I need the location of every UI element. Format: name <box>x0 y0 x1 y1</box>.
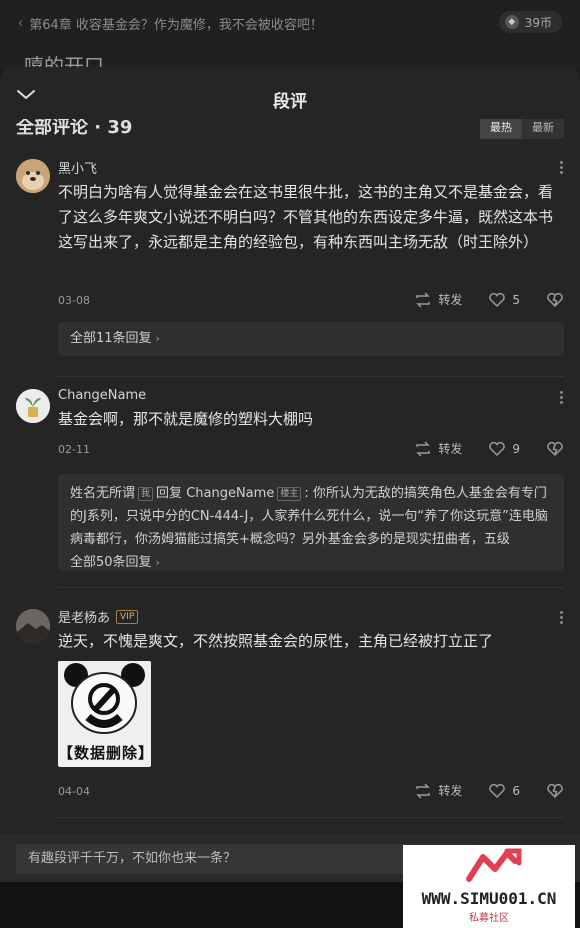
comment-actions: 转发 9 <box>414 440 564 457</box>
like-button[interactable]: 6 <box>488 783 520 799</box>
comment-image[interactable]: 【数据删除】 <box>58 661 151 767</box>
comment-item: 是老杨あ VIP 逆天，不愧是爽文，不然按照基金会的尿性，主角已经被打立正了 【… <box>0 605 580 845</box>
all-comments-count: 全部评论 · 39 <box>16 119 133 138</box>
repost-icon <box>416 782 431 799</box>
username[interactable]: ChangeName <box>58 388 146 403</box>
coin-balance[interactable]: ◆ 39币 <box>498 11 562 33</box>
view-all-replies-button[interactable]: 全部50条回复 › <box>70 551 552 574</box>
like-count: 5 <box>512 292 520 307</box>
username[interactable]: 是老杨あ VIP <box>58 607 139 626</box>
image-caption: 【数据删除】 <box>58 744 151 762</box>
dislike-button[interactable] <box>546 441 564 457</box>
share-button[interactable]: 转发 <box>414 291 462 308</box>
chevron-right-icon: › <box>155 332 160 345</box>
like-button[interactable]: 5 <box>488 292 520 308</box>
comment-text: 不明白为啥有人觉得基金会在这书里很牛批，这书的主角又不是基金会，看了这么多年爽文… <box>58 183 554 251</box>
avatar[interactable] <box>16 389 50 423</box>
chevron-right-icon: › <box>155 556 160 569</box>
avatar[interactable] <box>16 159 50 193</box>
coin-icon: ◆ <box>504 15 519 29</box>
watermark-url: WWW.SIMU001.CN <box>421 889 557 908</box>
like-count: 9 <box>512 441 520 456</box>
watermark-subtitle: 私募社区 <box>469 913 509 924</box>
sheet-header: 段评 <box>0 67 580 127</box>
panda-meme-icon <box>58 661 151 741</box>
comment-item: ChangeName 基金会啊，那不就是魔修的塑料大棚吗 02-11 转发 9 <box>0 385 580 605</box>
divider <box>58 817 564 818</box>
reply-author[interactable]: 姓名无所谓 <box>70 486 135 501</box>
comment-date: 03-08 <box>58 294 90 307</box>
broken-heart-icon <box>547 783 563 798</box>
more-icon[interactable] <box>560 391 564 406</box>
view-all-replies-button[interactable]: 全部11条回复 › <box>58 322 564 356</box>
tab-newest[interactable]: 最新 <box>522 119 564 139</box>
reply-target[interactable]: ChangeName <box>186 486 274 501</box>
broken-heart-icon <box>547 292 563 307</box>
comment-text: 基金会啊，那不就是魔修的塑料大棚吗 <box>58 410 314 428</box>
comment-actions: 转发 6 <box>414 782 564 799</box>
comment-text: 逆天，不愧是爽文，不然按照基金会的尿性，主角已经被打立正了 <box>58 632 494 650</box>
divider <box>58 587 564 588</box>
dislike-button[interactable] <box>546 292 564 308</box>
self-tag: 我 <box>138 487 154 501</box>
tab-hottest[interactable]: 最热 <box>480 119 522 139</box>
sheet-title: 段评 <box>273 92 307 112</box>
repost-icon <box>416 291 431 308</box>
sort-tabs: 最热 最新 <box>480 119 564 139</box>
dislike-button[interactable] <box>546 783 564 799</box>
reply-preview[interactable]: 姓名无所谓我回复 ChangeName 楼主: 你所认为无敌的搞笑角色人基金会有专… <box>58 474 564 571</box>
username[interactable]: 黑小飞 <box>58 158 97 177</box>
more-icon[interactable] <box>560 161 564 176</box>
dog-avatar-icon <box>16 159 50 193</box>
chapter-title[interactable]: ‹ 第64章 收容基金会？作为魔修，我不会被收容吧！ <box>18 14 323 33</box>
paragraph-comments-sheet: 段评 全部评论 · 39 最热 最新 黑小飞 不明白为啥有人觉得基金会在这书里很… <box>0 67 580 928</box>
comments-list-header: 全部评论 · 39 最热 最新 <box>0 119 580 139</box>
broken-heart-icon <box>547 441 563 456</box>
more-icon[interactable] <box>560 611 564 626</box>
plant-avatar-icon <box>16 389 50 423</box>
watermark: WWW.SIMU001.CN 私募社区 <box>403 845 575 928</box>
divider <box>58 376 564 377</box>
heart-icon <box>489 783 506 798</box>
share-button[interactable]: 转发 <box>414 440 462 457</box>
avatar[interactable] <box>16 609 50 643</box>
like-button[interactable]: 9 <box>488 441 520 457</box>
heart-icon <box>489 441 506 456</box>
watermark-logo-icon <box>466 848 522 882</box>
landscape-avatar-icon <box>16 609 50 643</box>
op-tag: 楼主 <box>277 487 302 501</box>
back-chevron-icon[interactable]: ‹ <box>18 16 23 31</box>
comment-date: 02-11 <box>58 443 90 456</box>
repost-icon <box>416 440 431 457</box>
comment-date: 04-04 <box>58 785 90 798</box>
heart-icon <box>489 292 506 307</box>
share-button[interactable]: 转发 <box>414 782 462 799</box>
vip-badge: VIP <box>116 609 139 624</box>
comment-actions: 转发 5 <box>414 291 564 308</box>
like-count: 6 <box>512 783 520 798</box>
